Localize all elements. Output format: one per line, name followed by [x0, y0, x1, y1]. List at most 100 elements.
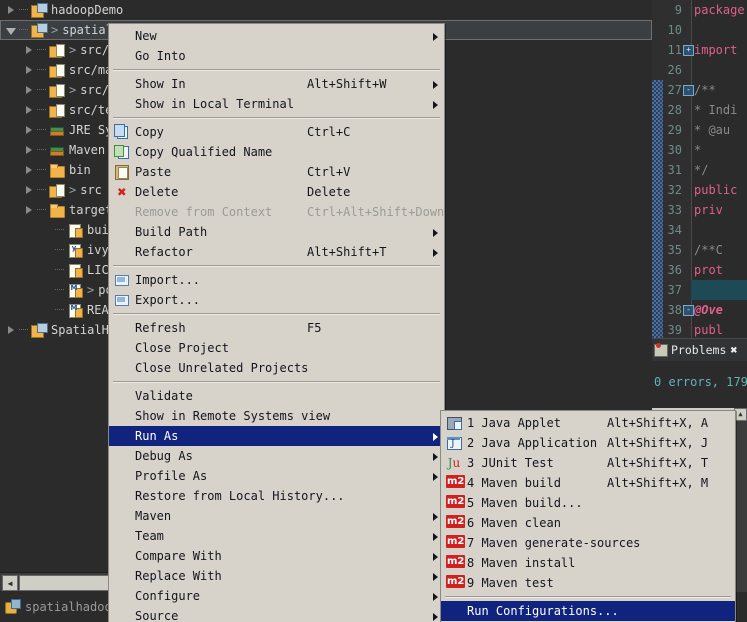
- menu-item[interactable]: Debug As: [109, 446, 444, 466]
- fold-collapse-icon[interactable]: -: [683, 305, 694, 316]
- expand-arrow-closed-icon[interactable]: [24, 125, 35, 136]
- expand-arrow-closed-icon[interactable]: [24, 165, 35, 176]
- menu-item[interactable]: Maven: [109, 506, 444, 526]
- expand-arrow-closed-icon[interactable]: [24, 65, 35, 76]
- editor-line[interactable]: 11 + import: [652, 40, 747, 60]
- fold-collapse-icon[interactable]: -: [683, 85, 694, 96]
- menu-item[interactable]: Compare With: [109, 546, 444, 566]
- menu-item[interactable]: Go Into: [109, 46, 444, 66]
- menu-item[interactable]: Run Configurations...: [441, 601, 735, 621]
- editor-line[interactable]: 31 */: [652, 160, 747, 180]
- editor-line[interactable]: 35 /**C: [652, 240, 747, 260]
- delete-icon: ✖: [117, 183, 127, 201]
- line-number: 39: [667, 323, 682, 337]
- menu-item[interactable]: 1 Java Applet Alt+Shift+X, A: [441, 413, 735, 433]
- menu-item[interactable]: Show in Remote Systems view: [109, 406, 444, 426]
- expand-arrow-closed-icon[interactable]: [24, 185, 35, 196]
- menu-item[interactable]: Configure: [109, 586, 444, 606]
- menu-item[interactable]: Copy Qualified Name: [109, 142, 444, 162]
- menu-item[interactable]: Show In Alt+Shift+W: [109, 74, 444, 94]
- editor-line[interactable]: 27-/**: [652, 80, 747, 100]
- menu-item[interactable]: Close Unrelated Projects: [109, 358, 444, 378]
- menu-item[interactable]: Paste Ctrl+V: [109, 162, 444, 182]
- menu-item[interactable]: Replace With: [109, 566, 444, 586]
- menu-item[interactable]: Refresh F5: [109, 318, 444, 338]
- menu-item[interactable]: m2 9 Maven test: [441, 573, 735, 593]
- menu-item[interactable]: Validate: [109, 386, 444, 406]
- expand-arrow-closed-icon[interactable]: [24, 205, 35, 216]
- line-number: 28: [667, 103, 682, 117]
- editor-line[interactable]: 39 publ: [652, 320, 747, 338]
- editor-line[interactable]: 30 *: [652, 140, 747, 160]
- menu-item[interactable]: m2 6 Maven clean: [441, 513, 735, 533]
- menu-item[interactable]: Ju 3 JUnit Test Alt+Shift+X, T: [441, 453, 735, 473]
- editor-source-lines[interactable]: 9 package 10 11 + import 26 27-/** 28 * Indi 29 * @…: [652, 0, 747, 338]
- menu-item-label: Team: [135, 529, 164, 543]
- folder-icon: [49, 163, 65, 178]
- menu-item[interactable]: Restore from Local History...: [109, 486, 444, 506]
- submenu-arrow-icon: [433, 433, 438, 441]
- menu-item-shortcut: Ctrl+V: [307, 165, 351, 179]
- editor-line[interactable]: 28 * Indi: [652, 100, 747, 120]
- editor-line[interactable]: 36 prot: [652, 260, 747, 280]
- fold-expand-icon[interactable]: +: [683, 45, 694, 56]
- scroll-left-button[interactable]: ◀: [2, 575, 18, 591]
- menu-item-label: 6 Maven clean: [467, 516, 561, 530]
- menu-item[interactable]: Copy Ctrl+C: [109, 122, 444, 142]
- editor-line[interactable]: 34: [652, 220, 747, 240]
- markdown-file-icon: M: [67, 303, 83, 318]
- tree-connector: [19, 29, 28, 31]
- menu-item[interactable]: Profile As: [109, 466, 444, 486]
- menu-item[interactable]: Show in Local Terminal: [109, 94, 444, 114]
- expand-arrow-closed-icon[interactable]: [24, 85, 35, 96]
- tree-connector: [37, 149, 46, 151]
- editor-line[interactable]: 9 package: [652, 0, 747, 20]
- problems-tab[interactable]: Problems ✖: [652, 338, 747, 361]
- menu-item-label: 3 JUnit Test: [467, 456, 554, 470]
- expand-arrow-open-icon[interactable]: [6, 25, 17, 36]
- java-editor[interactable]: 9 package 10 11 + import 26 27-/** 28 * Indi 29 * @…: [652, 0, 747, 338]
- expand-arrow-closed-icon[interactable]: [24, 145, 35, 156]
- menu-item[interactable]: Import...: [109, 270, 444, 290]
- problems-view[interactable]: Problems ✖ 0 errors, 179 w: [652, 338, 747, 408]
- tree-connector: [37, 129, 46, 131]
- menu-item[interactable]: J 2 Java Application Alt+Shift+X, J: [441, 433, 735, 453]
- editor-line-text: import: [694, 43, 738, 57]
- expand-arrow-closed-icon[interactable]: [24, 105, 35, 116]
- expand-arrow-closed-icon[interactable]: [6, 325, 17, 336]
- tree-connector: [19, 329, 28, 331]
- submenu-arrow-icon: [433, 533, 438, 541]
- editor-line[interactable]: 37: [652, 280, 747, 300]
- menu-item[interactable]: Build Path: [109, 222, 444, 242]
- menu-item[interactable]: m2 5 Maven build...: [441, 493, 735, 513]
- menu-item[interactable]: ✖ Delete Delete: [109, 182, 444, 202]
- menu-item[interactable]: Refactor Alt+Shift+T: [109, 242, 444, 262]
- editor-line[interactable]: 26: [652, 60, 747, 80]
- editor-line[interactable]: 32 public: [652, 180, 747, 200]
- menu-item[interactable]: Team: [109, 526, 444, 546]
- project-status-icon: [4, 599, 21, 615]
- import-icon: [114, 272, 130, 288]
- junit-icon: Ju: [446, 455, 462, 471]
- menu-item[interactable]: Run As: [109, 426, 444, 446]
- submenu-arrow-icon: [433, 249, 438, 257]
- expand-arrow-closed-icon[interactable]: [6, 5, 17, 16]
- menu-item[interactable]: New: [109, 26, 444, 46]
- menu-item[interactable]: m2 7 Maven generate-sources: [441, 533, 735, 553]
- run-as-submenu[interactable]: 1 Java Applet Alt+Shift+X, A J 2 Java Appli…: [440, 410, 736, 622]
- project-context-menu[interactable]: New Go Into Show In Alt+Shift+W Show in Loca…: [108, 23, 445, 622]
- menu-item[interactable]: m2 4 Maven build Alt+Shift+X, M: [441, 473, 735, 493]
- editor-line[interactable]: 29 * @au: [652, 120, 747, 140]
- menu-item[interactable]: Close Project: [109, 338, 444, 358]
- menu-item[interactable]: Source: [109, 606, 444, 622]
- close-icon[interactable]: ✖: [730, 343, 737, 357]
- menu-item[interactable]: m2 8 Maven install: [441, 553, 735, 573]
- tree-item-marker: >: [69, 83, 77, 97]
- editor-line[interactable]: 38- @Ove: [652, 300, 747, 320]
- java-applet-icon: [446, 415, 462, 431]
- expand-arrow-closed-icon[interactable]: [24, 45, 35, 56]
- menu-item[interactable]: Export...: [109, 290, 444, 310]
- editor-line[interactable]: 10: [652, 20, 747, 40]
- tree-item[interactable]: hadoopDemo: [0, 0, 652, 20]
- editor-line[interactable]: 33 priv: [652, 200, 747, 220]
